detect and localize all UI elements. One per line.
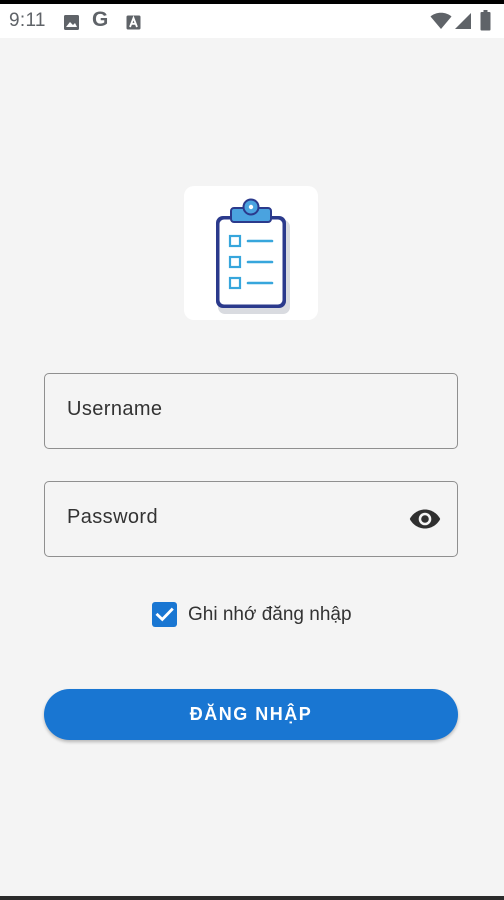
login-button[interactable]: ĐĂNG NHẬP — [44, 689, 458, 740]
cellular-signal-icon — [455, 13, 471, 29]
password-field[interactable]: Password — [44, 481, 458, 557]
clipboard-checklist-icon — [216, 198, 290, 314]
login-screen: Username Password Ghi nhớ đăng nhập ĐĂNG… — [0, 38, 504, 896]
eye-icon[interactable] — [409, 506, 441, 532]
login-button-label: ĐĂNG NHẬP — [189, 704, 313, 724]
status-time: 9:11 — [9, 10, 46, 31]
wifi-icon — [430, 12, 452, 29]
image-icon — [64, 15, 79, 30]
checkmark-icon — [155, 607, 174, 622]
google-icon: G — [92, 8, 109, 31]
status-bar: 9:11 G — [0, 4, 504, 38]
username-placeholder: Username — [67, 398, 163, 420]
battery-icon — [480, 10, 491, 31]
font-a-icon — [126, 15, 141, 30]
remember-me-checkbox[interactable] — [152, 602, 177, 627]
username-field[interactable]: Username — [44, 373, 458, 449]
screen-bottom-edge — [0, 896, 504, 900]
password-placeholder: Password — [67, 506, 159, 528]
app-logo-card — [184, 186, 318, 320]
remember-me-label[interactable]: Ghi nhớ đăng nhập — [188, 604, 352, 626]
